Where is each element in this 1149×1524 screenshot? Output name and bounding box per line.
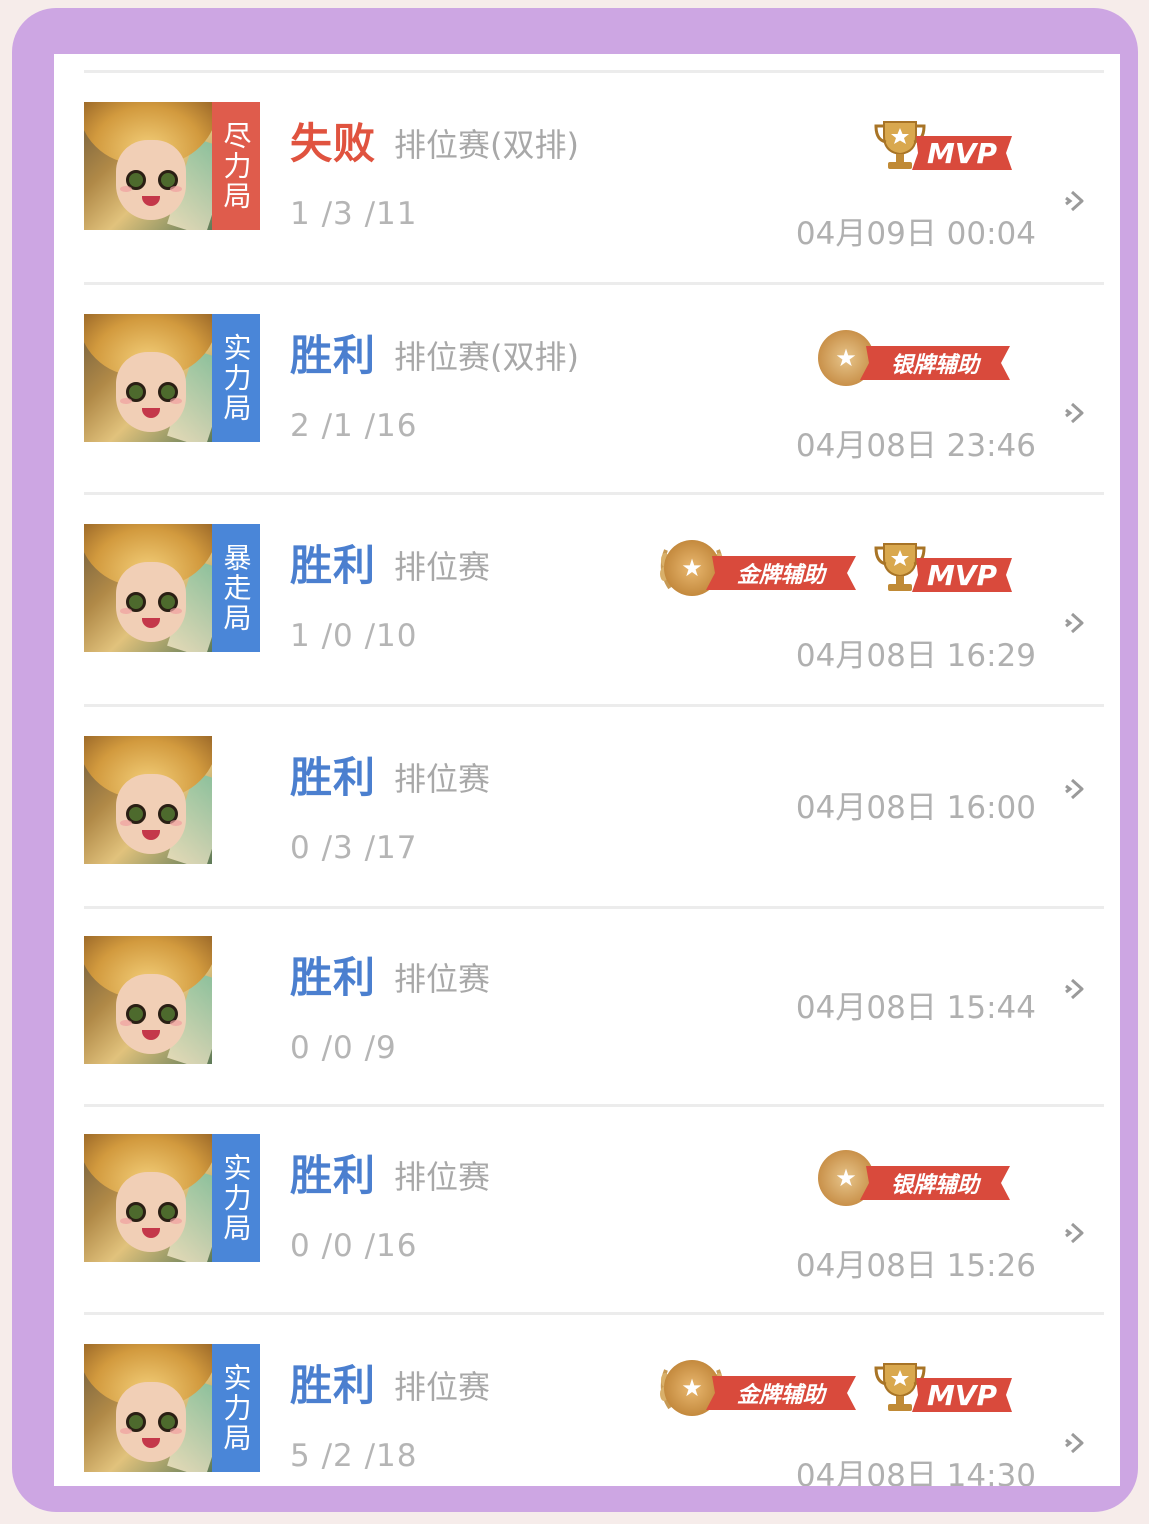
match-record-row[interactable]: 实力局 胜利 排位赛(双排) 2 /1 /16 04月08日 23:46 ★ 银牌辅助 [54, 306, 1120, 516]
hero-avatar [84, 1344, 212, 1472]
hero-avatar [84, 1134, 212, 1262]
performance-tag: 实力局 [212, 314, 260, 442]
game-mode: 排位赛 [394, 548, 491, 586]
match-time: 04月08日 16:29 [795, 638, 1036, 674]
performance-tag: 暴走局 [212, 524, 260, 652]
hero-avatar [84, 102, 212, 230]
performance-tag: 实力局 [212, 1134, 260, 1262]
game-mode: 排位赛(双排) [394, 126, 579, 164]
mvp-badge: MVP [872, 118, 1012, 178]
kda-stats: 0 /0 /16 [290, 1228, 418, 1264]
silver-support-medal: ★ 银牌辅助 [810, 328, 1010, 388]
performance-tag: 尽力局 [212, 102, 260, 230]
match-time: 04月08日 15:26 [795, 1248, 1036, 1284]
gold-support-medal: ★ 金牌辅助 [656, 538, 856, 598]
match-record-row[interactable]: 胜利 排位赛 0 /3 /17 04月08日 16:00 [54, 728, 1120, 928]
mvp-ribbon: MVP [912, 1378, 1012, 1412]
mvp-ribbon: MVP [912, 558, 1012, 592]
performance-tag: 实力局 [212, 1344, 260, 1472]
gold-support-medal: ★ 金牌辅助 [656, 1358, 856, 1418]
kda-stats: 0 /0 /9 [290, 1030, 397, 1066]
hero-avatar [84, 736, 212, 864]
kda-stats: 2 /1 /16 [290, 408, 418, 444]
silver-support-medal: ★ 银牌辅助 [810, 1148, 1010, 1208]
match-time: 04月08日 23:46 [795, 428, 1036, 464]
chevron-right-icon[interactable] [1064, 1218, 1094, 1248]
chevron-right-icon[interactable] [1064, 608, 1094, 638]
hero-avatar [84, 936, 212, 1064]
match-result: 胜利 [290, 1151, 377, 1200]
match-result: 胜利 [290, 753, 377, 802]
match-result: 失败 [290, 119, 377, 168]
outer-frame: 尽力局 失败 排位赛(双排) 1 /3 /11 04月09日 00:04 MVP 实力局 胜利… [12, 8, 1138, 1512]
game-mode: 排位赛 [394, 1368, 491, 1406]
match-result: 胜利 [290, 541, 377, 590]
match-result: 胜利 [290, 953, 377, 1002]
match-record-row[interactable]: 尽力局 失败 排位赛(双排) 1 /3 /11 04月09日 00:04 MVP [54, 94, 1120, 306]
match-record-row[interactable]: 暴走局 胜利 排位赛 1 /0 /10 04月08日 16:29 MVP ★ 金牌辅助 [54, 516, 1120, 728]
mvp-badge: MVP [872, 1360, 1012, 1420]
match-history-list: 尽力局 失败 排位赛(双排) 1 /3 /11 04月09日 00:04 MVP 实力局 胜利… [54, 54, 1120, 1486]
chevron-right-icon[interactable] [1064, 398, 1094, 428]
kda-stats: 5 /2 /18 [290, 1438, 418, 1474]
match-record-row[interactable]: 实力局 胜利 排位赛 0 /0 /16 04月08日 15:26 ★ 银牌辅助 [54, 1126, 1120, 1336]
match-time: 04月09日 00:04 [795, 216, 1036, 252]
match-record-row[interactable]: 实力局 胜利 排位赛 5 /2 /18 04月08日 14:30 MVP ★ 金牌辅助 [54, 1336, 1120, 1486]
row-divider [84, 70, 1104, 73]
hero-avatar [84, 314, 212, 442]
game-mode: 排位赛 [394, 1158, 491, 1196]
hero-avatar [84, 524, 212, 652]
game-mode: 排位赛 [394, 760, 491, 798]
match-record-row[interactable]: 胜利 排位赛 0 /0 /9 04月08日 15:44 [54, 928, 1120, 1126]
mvp-badge: MVP [872, 540, 1012, 600]
chevron-right-icon[interactable] [1064, 974, 1094, 1004]
match-time: 04月08日 14:30 [795, 1458, 1036, 1486]
match-result: 胜利 [290, 331, 377, 380]
medal-ribbon: 银牌辅助 [860, 1166, 1010, 1200]
game-mode: 排位赛(双排) [394, 338, 579, 376]
chevron-right-icon[interactable] [1064, 186, 1094, 216]
medal-ribbon: 金牌辅助 [706, 556, 856, 590]
kda-stats: 1 /3 /11 [290, 196, 418, 232]
match-result: 胜利 [290, 1361, 377, 1410]
medal-ribbon: 银牌辅助 [860, 346, 1010, 380]
medal-ribbon: 金牌辅助 [706, 1376, 856, 1410]
mvp-ribbon: MVP [912, 136, 1012, 170]
kda-stats: 0 /3 /17 [290, 830, 418, 866]
match-time: 04月08日 16:00 [795, 790, 1036, 826]
kda-stats: 1 /0 /10 [290, 618, 418, 654]
chevron-right-icon[interactable] [1064, 774, 1094, 804]
match-time: 04月08日 15:44 [795, 990, 1036, 1026]
game-mode: 排位赛 [394, 960, 491, 998]
chevron-right-icon[interactable] [1064, 1428, 1094, 1458]
